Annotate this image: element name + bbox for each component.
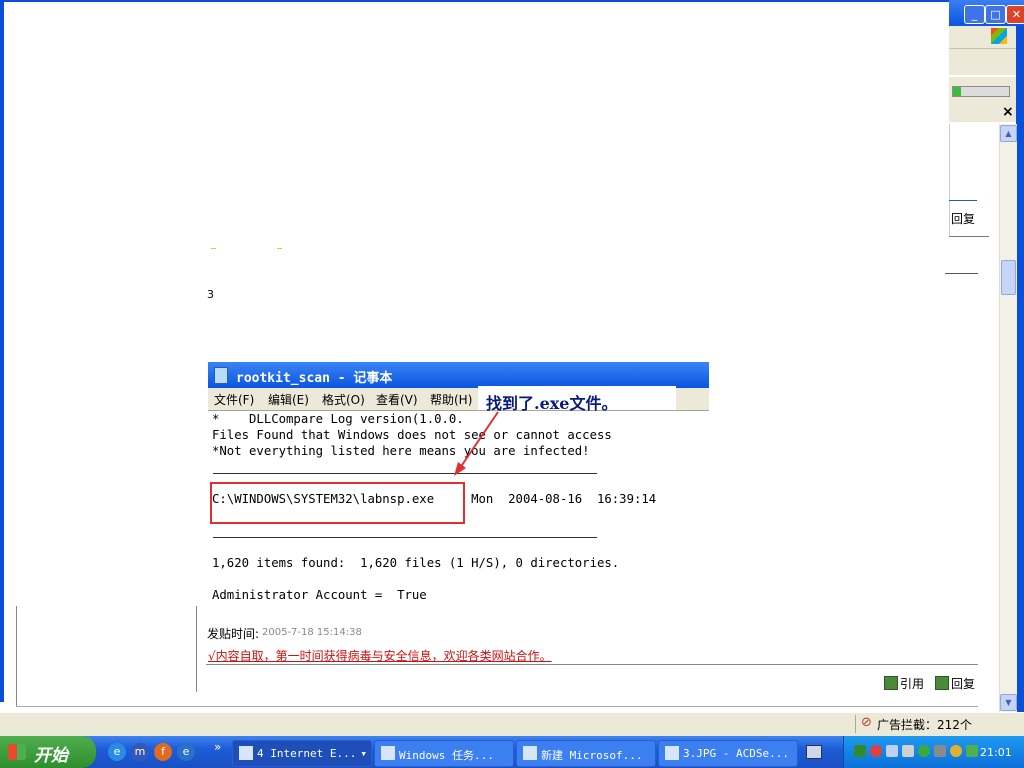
task-windows-manager[interactable]: Windows 任务... (374, 740, 514, 767)
notepad-menu-file: 文件(F) (214, 393, 255, 407)
chevron-down-icon: ▾ (360, 747, 367, 760)
windows-flag-icon (8, 744, 26, 760)
log-line: *Not everything listed here means you ar… (212, 444, 590, 458)
quote-icon (884, 676, 898, 690)
maximize-button[interactable]: □ (985, 5, 1006, 24)
task-label: 4 Internet E... (257, 747, 357, 760)
notepad-menu-edit: 编辑(E) (268, 393, 309, 407)
security-icon[interactable] (950, 745, 962, 757)
infobar-close-icon[interactable]: × (1002, 104, 1014, 120)
ie-icon (239, 746, 253, 760)
app-quicklaunch-icon[interactable]: e (177, 743, 195, 761)
log-line: 1,620 items found: 1,620 files (1 H/S), … (212, 556, 620, 570)
firefox-quicklaunch-icon[interactable]: f (154, 743, 172, 761)
divider (16, 706, 978, 707)
notepad-menu-format: 格式(O) (322, 393, 365, 407)
decorative-tick (211, 248, 216, 249)
log-line: Files Found that Windows does not see or… (212, 428, 612, 442)
reply-label: 回复 (951, 677, 976, 691)
vertical-scrollbar[interactable]: ▲ ▼ (999, 124, 1017, 712)
highlight-box (210, 482, 465, 524)
task-acdsee[interactable]: 3.JPG - ACDSe... (658, 740, 798, 767)
post-time-label: 发贴时间: (207, 627, 260, 641)
divider (196, 606, 197, 692)
notepad-menu-help: 帮助(H) (430, 393, 473, 407)
monitor-icon[interactable] (902, 745, 914, 757)
annotation-arrow (454, 411, 499, 476)
task-label: 3.JPG - ACDSe... (683, 747, 789, 760)
notepad-icon (214, 367, 228, 384)
progress-indicator (952, 86, 1010, 97)
divider (945, 273, 978, 274)
window-frame-top (0, 0, 1024, 2)
reply-link-top[interactable]: 回复 (951, 210, 975, 227)
popup-blocked-count: 广告拦截：212个 (877, 718, 972, 732)
network-icon[interactable] (886, 745, 898, 757)
quicklaunch-more-icon[interactable]: » (214, 740, 221, 754)
task-manager-icon (381, 746, 395, 760)
notepad-title: rootkit_scan - 记事本 (236, 371, 393, 386)
task-microsoft-new[interactable]: 新建 Microsof... (516, 740, 656, 767)
divider (949, 236, 989, 237)
qq-icon[interactable] (870, 745, 882, 757)
divider (206, 664, 978, 665)
post-time-value: 2005-7-18 15:14:38 (262, 627, 362, 638)
umbrella-icon[interactable] (918, 745, 930, 757)
window-frame-left (0, 0, 4, 712)
status-separator (855, 715, 856, 733)
content-bottom-area (0, 702, 999, 712)
browser-toolbar (949, 49, 1016, 75)
image-viewer-icon (665, 746, 679, 760)
log-separator (213, 537, 597, 538)
progress-fill (953, 87, 961, 96)
document-icon (523, 746, 537, 760)
ie-quicklaunch-icon[interactable]: e (108, 743, 126, 761)
start-label: 开始 (34, 746, 68, 766)
task-internet-explorer[interactable]: 4 Internet E... ▾ (232, 740, 372, 767)
slogan-link[interactable]: √内容自取，第一时间获得病毒与安全信息，欢迎各类网站合作。 (208, 647, 552, 664)
close-button[interactable]: ✕ (1006, 5, 1024, 24)
scroll-down-button[interactable]: ▼ (1000, 694, 1017, 711)
notepad-screenshot: rootkit_scan - 记事本 文件(F) 编辑(E) 格式(O) 查看(… (208, 362, 709, 620)
reply-button[interactable]: 回复 (935, 675, 975, 692)
log-line: * DLLCompare Log version(1.0.0. (212, 412, 464, 426)
decorative-tick (277, 248, 282, 249)
notepad-titlebar: rootkit_scan - 记事本 (208, 362, 709, 388)
window-frame-right (1016, 26, 1024, 738)
clock[interactable]: 21:01 (980, 746, 1012, 759)
tray-app-icon[interactable] (854, 745, 866, 757)
tray-shield-icon[interactable] (966, 745, 978, 757)
minimize-button[interactable]: _ (964, 5, 985, 24)
start-button[interactable]: 开始 (0, 736, 96, 768)
quote-label: 引用 (900, 677, 925, 691)
divider (949, 200, 977, 201)
scroll-thumb[interactable] (1001, 260, 1016, 295)
task-label: 新建 Microsof... (541, 749, 643, 762)
browser-menubar (949, 26, 1016, 49)
reply-icon (935, 676, 949, 690)
maxthon-quicklaunch-icon[interactable]: m (131, 743, 149, 761)
popup-blocker-icon[interactable]: ⊘ (861, 715, 875, 730)
log-separator (213, 473, 597, 474)
keyboard-icon[interactable] (806, 745, 822, 759)
window-titlebar[interactable]: _ □ ✕ (949, 0, 1024, 26)
task-label: Windows 任务... (399, 749, 494, 762)
scroll-up-button[interactable]: ▲ (1000, 125, 1017, 142)
log-line: Administrator Account = True (212, 588, 427, 602)
notepad-menu-view: 查看(V) (376, 393, 418, 407)
divider (16, 606, 17, 706)
page-number: 3 (207, 288, 214, 301)
quote-button[interactable]: 引用 (884, 675, 924, 692)
windows-logo-icon (991, 28, 1007, 44)
tray-tool-icon[interactable] (934, 745, 946, 757)
